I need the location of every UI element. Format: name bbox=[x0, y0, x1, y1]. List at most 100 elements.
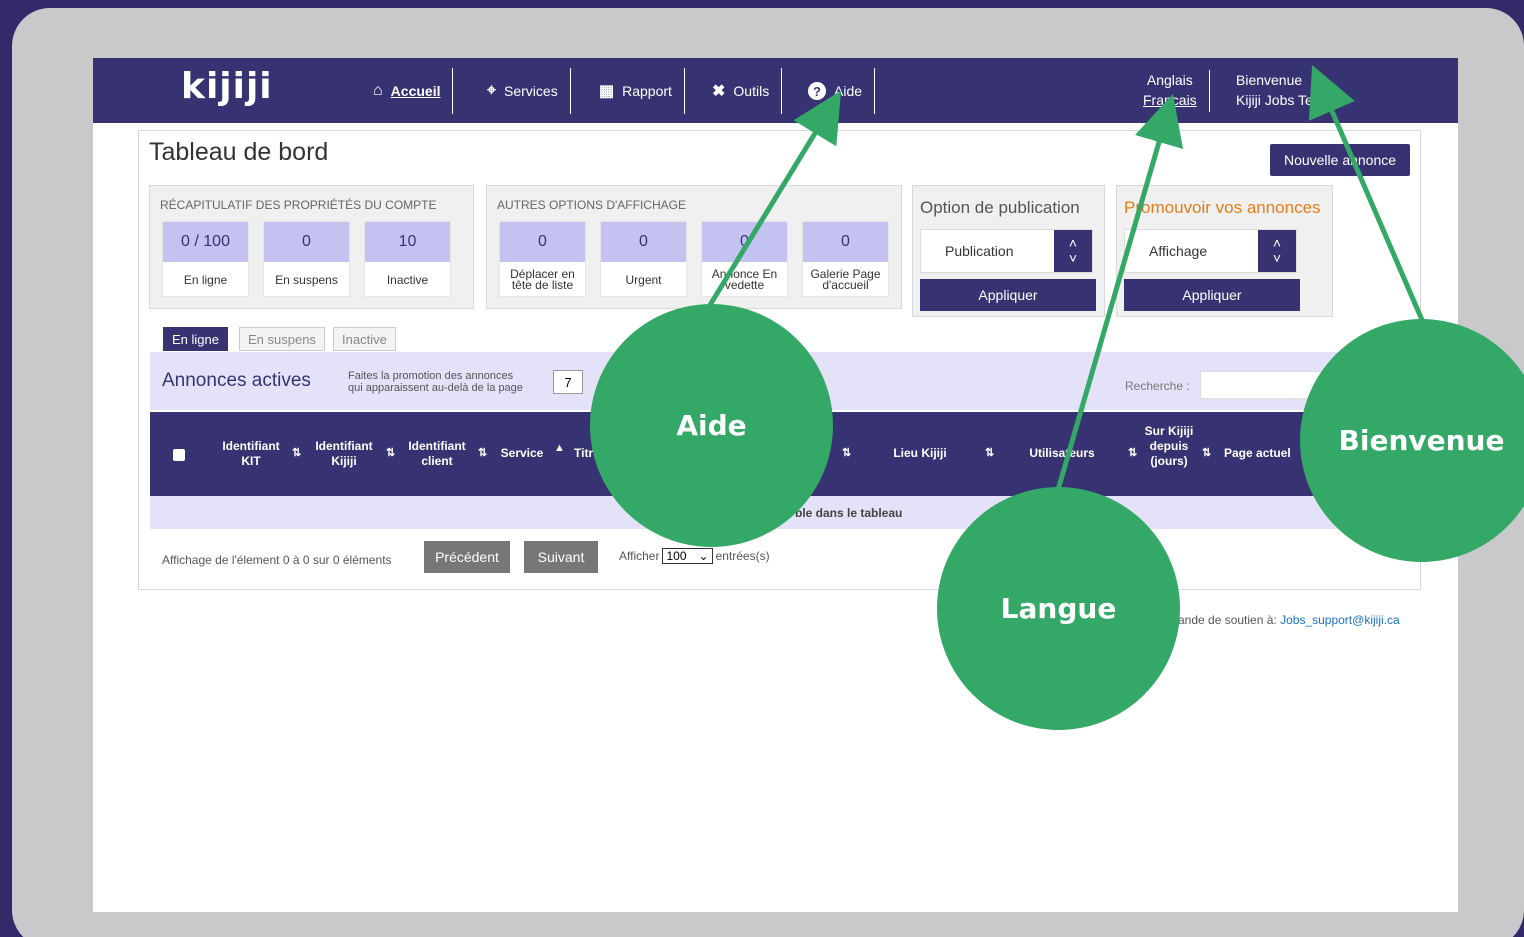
nav-services[interactable]: ⌖ Services bbox=[475, 68, 571, 114]
pagination-info: Affichage de l'élement 0 à 0 sur 0 éléme… bbox=[162, 553, 392, 567]
tab-pending[interactable]: En suspens bbox=[239, 327, 325, 351]
kijiji-logo[interactable]: kijiji bbox=[181, 66, 273, 107]
search-label: Recherche : bbox=[1125, 379, 1190, 393]
page-size-control: Afficher 100 ⌄ entrées(s) bbox=[619, 548, 770, 564]
support-line: ande de soutien à: Jobs_support@kijiji.c… bbox=[1178, 613, 1400, 627]
stat-inactive[interactable]: 10 Inactive bbox=[364, 221, 451, 297]
col-title[interactable]: Titre bbox=[574, 446, 594, 461]
stat-bump[interactable]: 0 Déplacer en tête de liste bbox=[499, 221, 586, 297]
col-current-page[interactable]: Page actuel bbox=[1224, 446, 1304, 461]
user-name: Kijiji Jobs Te bbox=[1236, 92, 1313, 108]
select-all-checkbox[interactable] bbox=[173, 449, 185, 461]
sort-icon[interactable]: ⇅ bbox=[478, 446, 487, 459]
lang-french-link[interactable]: Francais bbox=[1143, 90, 1197, 110]
stat-urgent[interactable]: 0 Urgent bbox=[600, 221, 687, 297]
page-title: Tableau de bord bbox=[149, 138, 329, 166]
stat-online[interactable]: 0 / 100 En ligne bbox=[162, 221, 249, 297]
stat-homepage-gallery-value: 0 bbox=[803, 222, 888, 262]
location-pin-icon: ⌖ bbox=[487, 82, 497, 99]
select-arrows-icon: ˄ ˅ bbox=[1258, 230, 1296, 272]
account-summary-box: RÉCAPITULATIF DES PROPRIÉTÉS DU COMPTE 0… bbox=[149, 185, 474, 309]
stat-pending-value: 0 bbox=[264, 222, 349, 262]
sort-icon[interactable]: ⇅ bbox=[386, 446, 395, 459]
empty-table-message: ble dans le tableau bbox=[795, 506, 903, 520]
display-options-title: AUTRES OPTIONS D'AFFICHAGE bbox=[497, 198, 686, 212]
page-size-label: Afficher bbox=[619, 549, 660, 563]
col-client-id[interactable]: Identifiant client bbox=[402, 439, 472, 469]
page-size-select[interactable]: 100 ⌄ bbox=[662, 548, 713, 564]
tools-icon: ✖ bbox=[712, 83, 726, 100]
nav-report[interactable]: ▦ Rapport bbox=[587, 68, 685, 114]
active-ads-title: Annonces actives bbox=[162, 370, 311, 391]
home-icon: ⌂ bbox=[373, 82, 383, 99]
nav-help-label: Aide bbox=[834, 83, 863, 99]
promote-apply-button[interactable]: Appliquer bbox=[1124, 279, 1300, 311]
stat-pending[interactable]: 0 En suspens bbox=[263, 221, 350, 297]
nav-tools-label: Outils bbox=[733, 83, 770, 99]
sort-icon[interactable]: ⇅ bbox=[985, 446, 994, 459]
stat-inactive-label: Inactive bbox=[386, 272, 429, 287]
col-kit-id[interactable]: Identifiant KIT bbox=[216, 439, 286, 469]
display-options-box: AUTRES OPTIONS D'AFFICHAGE 0 Déplacer en… bbox=[486, 185, 902, 309]
col-kijiji-location[interactable]: Lieu Kijiji bbox=[884, 446, 956, 461]
report-icon: ▦ bbox=[599, 83, 615, 100]
stat-online-label: En ligne bbox=[183, 272, 228, 287]
sort-icon[interactable]: ⇅ bbox=[292, 446, 301, 459]
promote-ads-title: Promouvoir vos annonces bbox=[1124, 198, 1321, 217]
support-email-link[interactable]: Jobs_support@kijiji.ca bbox=[1280, 613, 1400, 627]
nav-help[interactable]: ? Aide bbox=[796, 68, 876, 114]
publication-option-box: Option de publication Publication ˄ ˅ App… bbox=[912, 185, 1105, 317]
welcome-text: Bienvenue bbox=[1236, 72, 1303, 88]
stat-featured[interactable]: 0 Annonce En vedette bbox=[701, 221, 788, 297]
callout-langue: Langue bbox=[937, 487, 1180, 730]
publication-select[interactable]: Publication ˄ ˅ bbox=[920, 229, 1093, 273]
tab-inactive[interactable]: Inactive bbox=[333, 327, 396, 351]
publication-apply-button[interactable]: Appliquer bbox=[920, 279, 1096, 311]
page-size-value: 100 bbox=[666, 549, 687, 563]
tab-online[interactable]: En ligne bbox=[163, 327, 228, 351]
callout-aide: Aide bbox=[590, 304, 833, 547]
stat-inactive-value: 10 bbox=[365, 222, 450, 262]
select-arrows-icon: ˄ ˅ bbox=[1054, 230, 1092, 272]
promo-hint-line1: Faites la promotion des annonces bbox=[348, 370, 514, 382]
nav-home-label: Accueil bbox=[390, 83, 441, 99]
stat-homepage-gallery-label: Galerie Page d'accueil bbox=[810, 267, 881, 292]
stat-featured-value: 0 bbox=[702, 222, 787, 262]
new-ad-button[interactable]: Nouvelle annonce bbox=[1270, 144, 1410, 176]
sort-icon[interactable]: ⇅ bbox=[1128, 446, 1137, 459]
lang-english-link[interactable]: Anglais bbox=[1143, 70, 1197, 90]
promote-select-value: Affichage bbox=[1149, 243, 1208, 259]
top-navbar: kijiji ⌂ Accueil ⌖ Services ▦ Rapport ✖ … bbox=[93, 58, 1458, 123]
welcome-user[interactable]: Bienvenue Kijiji Jobs Te bbox=[1236, 70, 1313, 110]
publication-option-title: Option de publication bbox=[920, 198, 1080, 217]
stat-featured-label: Annonce En vedette bbox=[711, 267, 778, 292]
entries-label: entrées(s) bbox=[715, 549, 770, 563]
language-switcher: Anglais Francais bbox=[1143, 70, 1210, 112]
nav-services-label: Services bbox=[504, 83, 558, 99]
nav-report-label: Rapport bbox=[622, 83, 672, 99]
col-days-on-kijiji[interactable]: Sur Kijiji depuis (jours) bbox=[1142, 424, 1196, 469]
sort-icon[interactable]: ⇅ bbox=[1202, 446, 1211, 459]
promo-hint: Faites la promotion des annonces qui app… bbox=[348, 370, 523, 394]
sort-icon[interactable]: ⇅ bbox=[842, 446, 851, 459]
promote-ads-box: Promouvoir vos annonces Affichage ˄ ˅ App… bbox=[1116, 185, 1333, 317]
col-kijiji-id[interactable]: Identifiant Kijiji bbox=[308, 439, 380, 469]
col-service[interactable]: Service bbox=[496, 446, 548, 461]
promo-hint-line2: qui apparaissent au-delà de la page bbox=[348, 382, 523, 394]
account-summary-title: RÉCAPITULATIF DES PROPRIÉTÉS DU COMPTE bbox=[160, 198, 437, 212]
support-text: ande de soutien à: bbox=[1178, 613, 1281, 627]
promo-page-input[interactable]: 7 bbox=[553, 370, 583, 394]
stat-urgent-label: Urgent bbox=[625, 272, 662, 287]
nav-home[interactable]: ⌂ Accueil bbox=[361, 68, 454, 114]
stat-online-value: 0 / 100 bbox=[163, 222, 248, 262]
nav-tools[interactable]: ✖ Outils bbox=[700, 68, 783, 114]
sort-asc-icon[interactable]: ▲ bbox=[554, 442, 565, 454]
stat-urgent-value: 0 bbox=[601, 222, 686, 262]
promote-select[interactable]: Affichage ˄ ˅ bbox=[1124, 229, 1297, 273]
next-button[interactable]: Suivant bbox=[524, 541, 598, 573]
chevron-down-icon: ⌄ bbox=[698, 549, 709, 563]
stat-bump-label: Déplacer en tête de liste bbox=[510, 267, 575, 292]
col-users[interactable]: Utilisateurs bbox=[1022, 446, 1102, 461]
previous-button[interactable]: Précédent bbox=[424, 541, 510, 573]
stat-homepage-gallery[interactable]: 0 Galerie Page d'accueil bbox=[802, 221, 889, 297]
